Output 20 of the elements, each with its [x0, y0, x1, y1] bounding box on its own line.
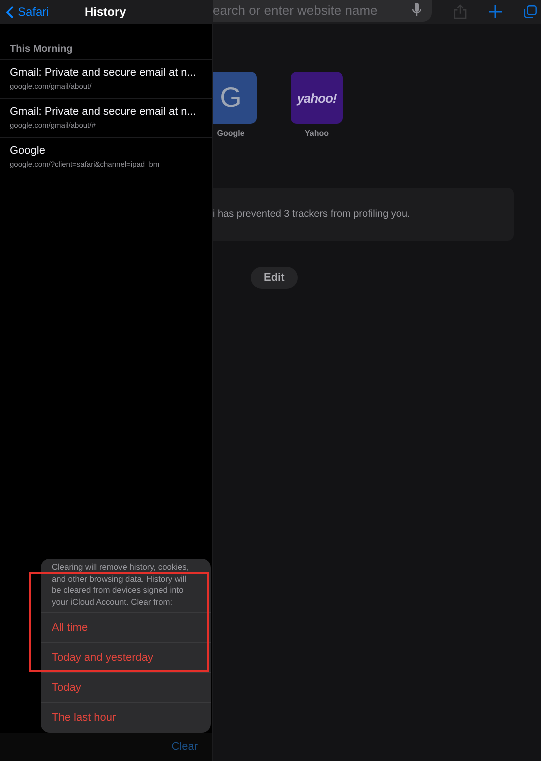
- favorite-label: Google: [217, 129, 245, 138]
- favorite-tile[interactable]: yahoo!: [291, 72, 343, 124]
- sheet-option[interactable]: Today and yesterday: [41, 643, 211, 673]
- sheet-option[interactable]: The last hour: [41, 703, 211, 733]
- microphone-icon[interactable]: [412, 3, 422, 17]
- panel-title: History: [85, 5, 126, 19]
- sheet-option[interactable]: Today: [41, 673, 211, 703]
- edit-button[interactable]: Edit: [251, 267, 298, 289]
- back-chevron-icon[interactable]: [6, 6, 14, 18]
- sheet-option[interactable]: All time: [41, 613, 211, 643]
- tabs-icon[interactable]: [524, 5, 537, 19]
- favorite-label: Yahoo: [304, 129, 329, 138]
- favorite-tile[interactable]: G: [213, 72, 257, 124]
- plus-icon[interactable]: [488, 5, 502, 19]
- section-header: This Morning: [10, 44, 74, 55]
- sheet-message: Clearing will remove history, cookies, and other browsing data. History will be cleared from devices signed into your iCloud Account. Clear from:: [41, 559, 211, 613]
- clear-button[interactable]: Clear: [172, 741, 198, 753]
- back-button[interactable]: Safari: [0, 5, 50, 19]
- privacy-report-text: i has prevented 3 trackers from profiling you.: [213, 209, 410, 220]
- search-field[interactable]: earch or enter website name: [213, 0, 432, 22]
